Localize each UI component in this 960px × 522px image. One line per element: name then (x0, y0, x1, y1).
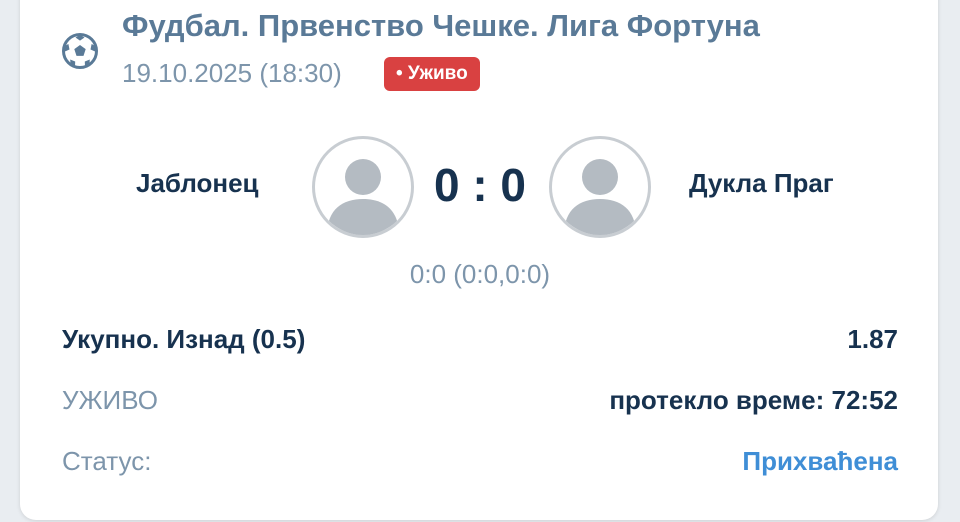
status-value: Прихваћена (742, 446, 898, 476)
league-title: Фудбал. Првенство Чешке. Лига Фортуна (122, 8, 760, 43)
away-team-name: Дукла Праг (689, 168, 834, 198)
status-label: Статус: (62, 446, 152, 476)
bet-mode: УЖИВО (62, 385, 158, 415)
away-team-avatar (549, 136, 651, 238)
home-team-avatar (312, 136, 414, 238)
user-avatar-icon (564, 159, 636, 235)
live-badge: • Уживо (384, 57, 480, 91)
user-avatar-icon (327, 159, 399, 235)
home-team-name: Јаблонец (136, 168, 259, 198)
bet-market: Укупно. Изнад (0.5) (62, 324, 306, 354)
match-score: 0 : 0 (433, 159, 527, 211)
match-datetime: 19.10.2025 (18:30) (122, 58, 342, 88)
bet-odds: 1.87 (847, 324, 898, 354)
period-scores: 0:0 (0:0,0:0) (409, 259, 551, 289)
soccer-ball-icon (62, 33, 98, 69)
elapsed-time: протекло време: 72:52 (609, 385, 898, 415)
